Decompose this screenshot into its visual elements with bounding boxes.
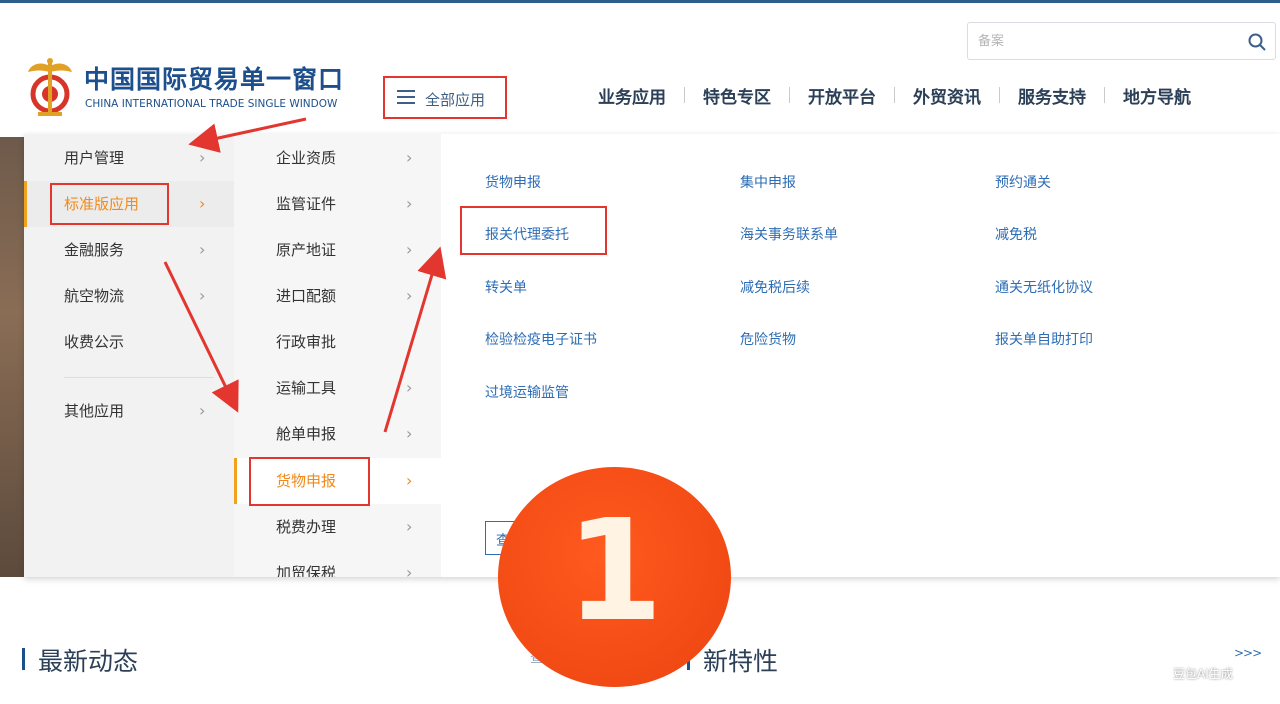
chevron-right-icon: › [406, 378, 413, 397]
menu-item-user-management[interactable]: 用户管理 › [24, 135, 234, 181]
latest-news-title: 最新动态 [38, 647, 139, 676]
link-appointment-clearance[interactable]: 预约通关 [995, 172, 1051, 192]
nav-divider [684, 87, 685, 103]
search-input[interactable] [978, 31, 1228, 51]
menu-item-regulatory-certificates[interactable]: 监管证件 › [234, 181, 441, 227]
menu-item-label: 监管证件 [276, 195, 337, 213]
link-transit-supervision[interactable]: 过境运输监管 [485, 382, 569, 402]
nav-trade-news[interactable]: 外贸资讯 [913, 83, 981, 108]
menu-item-transport-vehicles[interactable]: 运输工具 › [234, 365, 441, 411]
menu-item-label: 运输工具 [276, 379, 337, 397]
chevron-right-icon: › [406, 517, 413, 536]
brand-name-cn: 中国国际贸易单一窗口 [84, 65, 345, 94]
customs-emblem-icon [28, 58, 72, 116]
nav-featured-zone[interactable]: 特色专区 [703, 83, 771, 108]
site-logo[interactable]: 中国国际贸易单一窗口 CHINA INTERNATIONAL TRADE SIN… [24, 54, 364, 120]
chevron-right-icon: › [406, 563, 413, 577]
search-box[interactable] [967, 22, 1276, 60]
nav-business-apps[interactable]: 业务应用 [598, 83, 666, 108]
screen: 中国国际贸易单一窗口 CHINA INTERNATIONAL TRADE SIN… [0, 0, 1280, 704]
section-accent-bar [22, 648, 25, 670]
watermark-text: 豆包AI生成 [1173, 667, 1233, 681]
chevron-right-icon: › [199, 194, 206, 213]
chevron-right-icon: › [406, 286, 413, 305]
menu-item-administrative-approval[interactable]: 行政审批 [234, 319, 441, 365]
nav-open-platform[interactable]: 开放平台 [808, 83, 876, 108]
active-indicator [234, 458, 237, 504]
menu-item-tax-handling[interactable]: 税费办理 › [234, 504, 441, 550]
nav-divider [999, 87, 1000, 103]
menu-item-label: 其他应用 [64, 402, 125, 420]
brand-name-en: CHINA INTERNATIONAL TRADE SINGLE WINDOW [85, 98, 338, 110]
nav-divider [1104, 87, 1105, 103]
menu-level2: 企业资质 › 监管证件 › 原产地证 › 进口配额 › 行政审批 运输工具 › [234, 134, 441, 577]
menu-item-label: 进口配额 [276, 287, 337, 305]
menu-item-certificate-of-origin[interactable]: 原产地证 › [234, 227, 441, 273]
menu-item-label: 原产地证 [276, 241, 337, 259]
chevron-right-icon: › [406, 424, 413, 443]
top-accent-line [0, 0, 1280, 3]
banner-background [0, 137, 25, 577]
menu-divider [64, 377, 214, 378]
chevron-right-icon: › [406, 194, 413, 213]
chevron-right-icon: › [199, 148, 206, 167]
link-inspection-e-certificate[interactable]: 检验检疫电子证书 [485, 329, 597, 349]
menu-item-label: 税费办理 [276, 518, 337, 536]
chevron-right-icon: › [199, 240, 206, 259]
menu-item-label: 企业资质 [276, 149, 337, 167]
menu-icon [397, 90, 415, 104]
menu-item-label: 金融服务 [64, 241, 125, 259]
nav-local-navigation[interactable]: 地方导航 [1123, 83, 1191, 108]
link-declaration-self-print[interactable]: 报关单自助打印 [995, 329, 1093, 349]
highlight-goods-declaration [249, 457, 370, 506]
link-transfer-form[interactable]: 转关单 [485, 277, 527, 297]
nav-divider [789, 87, 790, 103]
link-paperless-clearance-agreement[interactable]: 通关无纸化协议 [995, 277, 1093, 297]
menu-item-label: 航空物流 [64, 287, 125, 305]
chevron-right-icon: › [406, 240, 413, 259]
menu-item-label: 收费公示 [64, 333, 125, 351]
link-tax-exemption[interactable]: 减免税 [995, 224, 1037, 244]
menu-item-manifest-declaration[interactable]: 舱单申报 › [234, 411, 441, 457]
highlight-standard-apps [50, 183, 169, 225]
chevron-right-icon: › [199, 286, 206, 305]
link-dangerous-goods[interactable]: 危险货物 [740, 329, 796, 349]
nav-service-support[interactable]: 服务支持 [1018, 83, 1086, 108]
highlight-customs-agent-entrustment [460, 206, 607, 255]
menu-item-other-apps[interactable]: 其他应用 › [24, 388, 234, 434]
menu-item-financial-services[interactable]: 金融服务 › [24, 227, 234, 273]
menu-item-enterprise-qualification[interactable]: 企业资质 › [234, 135, 441, 181]
more-arrows-link[interactable]: >>> [1234, 646, 1262, 660]
step-number: 1 [565, 490, 664, 653]
link-goods-declaration[interactable]: 货物申报 [485, 172, 541, 192]
active-indicator [24, 181, 27, 227]
link-customs-affairs-contact-form[interactable]: 海关事务联系单 [740, 224, 838, 244]
search-icon[interactable] [1247, 32, 1267, 52]
menu-item-label: 用户管理 [64, 149, 125, 167]
menu-item-air-logistics[interactable]: 航空物流 › [24, 273, 234, 319]
menu-item-label: 加贸保税 [276, 564, 337, 577]
chevron-right-icon: › [199, 401, 206, 420]
menu-item-processing-bonded[interactable]: 加贸保税 › [234, 550, 441, 577]
menu-item-label: 行政审批 [276, 333, 337, 351]
menu-item-fee-disclosure[interactable]: 收费公示 [24, 319, 234, 365]
chevron-right-icon: › [406, 471, 413, 490]
new-features-title: 新特性 [703, 647, 779, 676]
menu-item-label: 舱单申报 [276, 425, 337, 443]
all-apps-label: 全部应用 [425, 91, 486, 109]
main-nav: 业务应用 特色专区 开放平台 外贸资讯 服务支持 地方导航 [598, 82, 1191, 108]
nav-divider [894, 87, 895, 103]
menu-item-import-quota[interactable]: 进口配额 › [234, 273, 441, 319]
all-apps-button[interactable]: 全部应用 [383, 76, 507, 119]
step-number-badge: 1 [498, 467, 731, 687]
link-centralized-declaration[interactable]: 集中申报 [740, 172, 796, 192]
link-tax-exemption-followup[interactable]: 减免税后续 [740, 277, 810, 297]
chevron-right-icon: › [406, 148, 413, 167]
